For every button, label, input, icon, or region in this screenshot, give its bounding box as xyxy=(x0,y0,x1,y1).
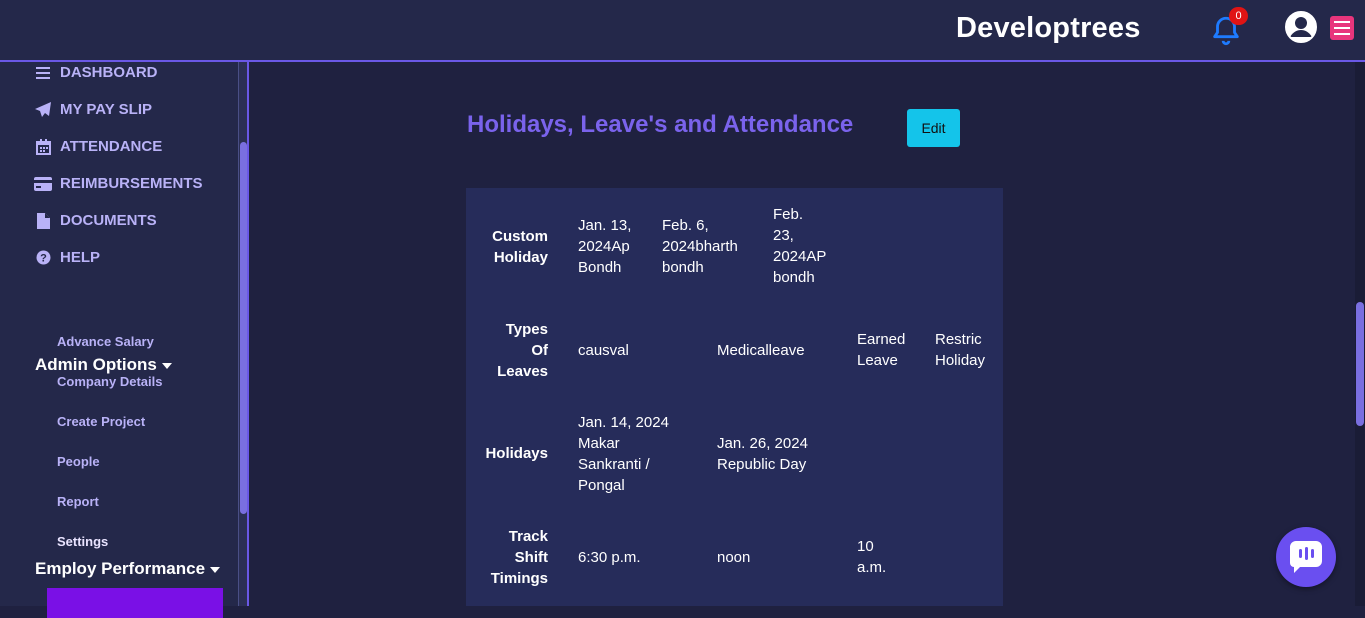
table-cell: Jan. 26, 2024 Republic Day xyxy=(717,433,808,475)
cell-line: 10 xyxy=(857,538,874,555)
cell-line: 2024Ap xyxy=(578,238,630,255)
employ-performance-label: Employ Performance xyxy=(35,559,206,578)
table-cell: Feb. 6, 2024bharth bondh xyxy=(662,215,738,278)
sidebar-item-people[interactable]: People xyxy=(57,454,100,469)
sidebar-item-create-project[interactable]: Create Project xyxy=(57,414,145,429)
sidebar-item-advance-salary[interactable]: Advance Salary xyxy=(57,334,154,349)
active-item-highlight xyxy=(47,588,223,618)
cell-line: Holiday xyxy=(935,352,986,369)
cell-line: Medicalleave xyxy=(717,342,805,359)
admin-options-toggle[interactable]: Admin Options xyxy=(35,355,172,375)
cell-line: Jan. 14, 2024 xyxy=(578,414,669,431)
cell-line: Feb. 6, xyxy=(662,217,709,234)
row-heading-track-shift-timings: Track Shift Timings xyxy=(466,526,548,589)
table-cell: Jan. 14, 2024 Makar Sankranti / Pongal xyxy=(578,412,669,496)
heading-line: Custom xyxy=(492,228,548,245)
sidebar-item-label: ATTENDANCE xyxy=(60,138,163,155)
table-cell: 6:30 p.m. xyxy=(578,547,641,568)
sidebar-scrollbar[interactable] xyxy=(238,62,249,606)
table-cell: Earned Leave xyxy=(857,329,905,371)
heading-line: Shift xyxy=(514,549,548,566)
cell-line: 23, xyxy=(773,227,794,244)
table-cell: causval xyxy=(578,340,629,361)
employ-performance-toggle[interactable]: Employ Performance xyxy=(35,559,221,579)
cell-line: Jan. 26, 2024 xyxy=(717,435,808,452)
top-navbar: Developtrees 0 xyxy=(0,0,1365,62)
file-icon xyxy=(34,212,52,229)
heading-line: Holidays xyxy=(485,445,548,462)
chat-widget-button[interactable] xyxy=(1276,527,1336,587)
cell-line: noon xyxy=(717,549,751,566)
sidebar-item-label: HELP xyxy=(60,249,101,266)
cell-line: Republic Day xyxy=(717,456,807,473)
heading-line: Holiday xyxy=(493,249,548,266)
main-scrollbar-thumb[interactable] xyxy=(1356,302,1364,426)
sidebar-item-label: MY PAY SLIP xyxy=(60,101,152,118)
heading-line: Types xyxy=(505,321,548,338)
cell-line: Earned xyxy=(857,331,906,348)
cell-line: Sankranti / xyxy=(578,456,650,473)
edit-button[interactable]: Edit xyxy=(907,109,960,147)
sidebar-item-my-pay-slip[interactable]: MY PAY SLIP xyxy=(34,101,152,118)
table-cell: Restric Holiday xyxy=(935,329,985,371)
main-scrollbar[interactable] xyxy=(1355,62,1365,606)
cell-line: Makar xyxy=(578,435,620,452)
row-heading-types-of-leaves: Types Of Leaves xyxy=(466,319,548,382)
sidebar-item-label: DASHBOARD xyxy=(60,64,158,81)
cell-line: a.m. xyxy=(857,559,887,576)
cell-line: Jan. 13, xyxy=(578,217,632,234)
cell-line: Pongal xyxy=(578,477,625,494)
heading-line: Leaves xyxy=(497,363,548,380)
table-cell: 10 a.m. xyxy=(857,536,886,578)
sidebar-item-settings[interactable]: Settings xyxy=(57,534,108,549)
cell-line: Restric xyxy=(935,331,982,348)
cell-line: causval xyxy=(578,342,629,359)
cell-line: Feb. xyxy=(773,206,804,223)
calendar-icon xyxy=(34,138,52,155)
brand-title: Developtrees xyxy=(956,12,1141,44)
credit-card-icon xyxy=(34,176,52,192)
paper-plane-icon xyxy=(34,101,52,118)
chat-bubble-icon xyxy=(1290,541,1322,573)
sidebar-item-documents[interactable]: DOCUMENTS xyxy=(34,212,157,229)
page-title: Holidays, Leave's and Attendance xyxy=(467,111,854,138)
bars-icon xyxy=(34,65,52,81)
row-heading-custom-holiday: Custom Holiday xyxy=(466,226,548,268)
cell-line: bondh xyxy=(773,269,815,286)
heading-line: Track xyxy=(508,528,548,545)
user-avatar-icon[interactable] xyxy=(1284,10,1318,44)
svg-text:?: ? xyxy=(40,253,47,265)
cell-line: 2024AP xyxy=(773,248,827,265)
row-heading-holidays: Holidays xyxy=(466,443,548,464)
sidebar-item-reimbursements[interactable]: REIMBURSEMENTS xyxy=(34,175,203,192)
cell-line: bondh xyxy=(662,259,704,276)
sidebar-item-help[interactable]: ? HELP xyxy=(34,249,100,266)
table-cell: Feb. 23, 2024AP bondh xyxy=(773,204,826,288)
sidebar-item-label: DOCUMENTS xyxy=(60,212,157,229)
sidebar: DASHBOARD MY PAY SLIP ATTENDANCE REIMBUR… xyxy=(0,62,238,618)
sidebar-item-company-details[interactable]: Company Details xyxy=(57,374,162,389)
sidebar-item-dashboard[interactable]: DASHBOARD xyxy=(34,64,158,81)
cell-line: 6:30 p.m. xyxy=(578,549,641,566)
question-circle-icon: ? xyxy=(34,250,52,266)
sidebar-scrollbar-thumb[interactable] xyxy=(240,142,247,514)
table-cell: noon xyxy=(717,547,750,568)
sidebar-item-attendance[interactable]: ATTENDANCE xyxy=(34,138,162,155)
hamburger-menu-button[interactable] xyxy=(1330,16,1354,40)
caret-down-icon xyxy=(210,566,221,573)
cell-line: 2024bharth xyxy=(662,238,738,255)
cell-line: Bondh xyxy=(578,259,622,276)
sidebar-item-report[interactable]: Report xyxy=(57,494,99,509)
caret-down-icon xyxy=(161,362,172,369)
heading-line: Of xyxy=(531,342,548,359)
sidebar-item-label: REIMBURSEMENTS xyxy=(60,175,203,192)
admin-options-label: Admin Options xyxy=(35,355,157,374)
cell-line: Leave xyxy=(857,352,898,369)
holidays-table: Custom Holiday Jan. 13, 2024Ap Bondh Feb… xyxy=(466,188,1003,606)
table-cell: Jan. 13, 2024Ap Bondh xyxy=(578,215,631,278)
heading-line: Timings xyxy=(490,570,548,587)
notification-badge: 0 xyxy=(1229,7,1248,25)
table-cell: Medicalleave xyxy=(717,340,805,361)
